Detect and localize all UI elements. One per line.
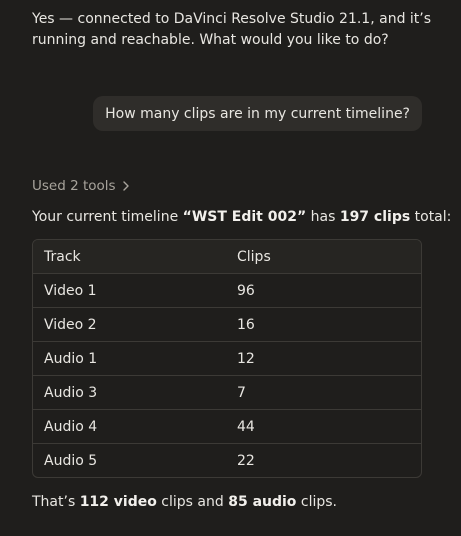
clips-table: Track Clips Video 1 96 Video 2 16 Audio …: [32, 239, 422, 478]
table-row: Video 1 96: [33, 273, 421, 308]
assistant-message: Yes — connected to DaVinci Resolve Studi…: [32, 11, 432, 48]
clips-cell: 22: [237, 452, 255, 469]
chevron-right-icon: [122, 181, 129, 191]
header-clips: Clips: [237, 240, 421, 274]
video-clip-count: 112 video: [79, 494, 157, 510]
clips-cell: 12: [237, 341, 421, 376]
summary-middle: has: [306, 209, 340, 225]
timeline-name: “WST Edit 002”: [182, 209, 307, 225]
final-prefix: That’s: [32, 494, 80, 510]
final-suffix: clips.: [296, 494, 337, 510]
clips-cell: 44: [237, 409, 421, 444]
table-header-row: Track Clips: [33, 240, 421, 274]
user-message-text: How many clips are in my current timelin…: [105, 105, 410, 122]
table-row: Audio 3 7: [33, 375, 421, 410]
track-cell: Audio 3: [33, 375, 237, 410]
tools-used-toggle[interactable]: Used 2 tools: [32, 178, 132, 194]
header-track: Track: [33, 240, 237, 274]
track-cell: Video 2: [33, 307, 237, 342]
track-cell: Audio 4: [33, 409, 237, 444]
clip-breakdown-summary: That’s 112 video clips and 85 audio clip…: [32, 494, 337, 510]
timeline-summary: Your current timeline “WST Edit 002” has…: [32, 209, 451, 225]
final-middle: clips and: [156, 494, 229, 510]
track-cell: Audio 1: [33, 341, 237, 376]
summary-prefix: Your current timeline: [32, 209, 183, 225]
track-cell: Audio 5: [44, 452, 98, 469]
user-message-bubble: How many clips are in my current timelin…: [93, 96, 422, 131]
table-row: Audio 4 44: [33, 409, 421, 444]
tools-used-label: Used 2 tools: [32, 178, 116, 194]
clips-cell: 96: [237, 273, 421, 308]
audio-clip-count: 85 audio: [228, 494, 297, 510]
total-clip-count: 197 clips: [339, 209, 411, 225]
table-row: Audio 1 12: [33, 341, 421, 376]
clips-cell: 16: [237, 307, 421, 342]
summary-suffix: total:: [410, 209, 452, 225]
table-row: Video 2 16: [33, 307, 421, 342]
track-cell: Video 1: [33, 273, 237, 308]
clips-cell: 7: [237, 375, 421, 410]
table-row: Audio 5 22: [33, 444, 421, 478]
